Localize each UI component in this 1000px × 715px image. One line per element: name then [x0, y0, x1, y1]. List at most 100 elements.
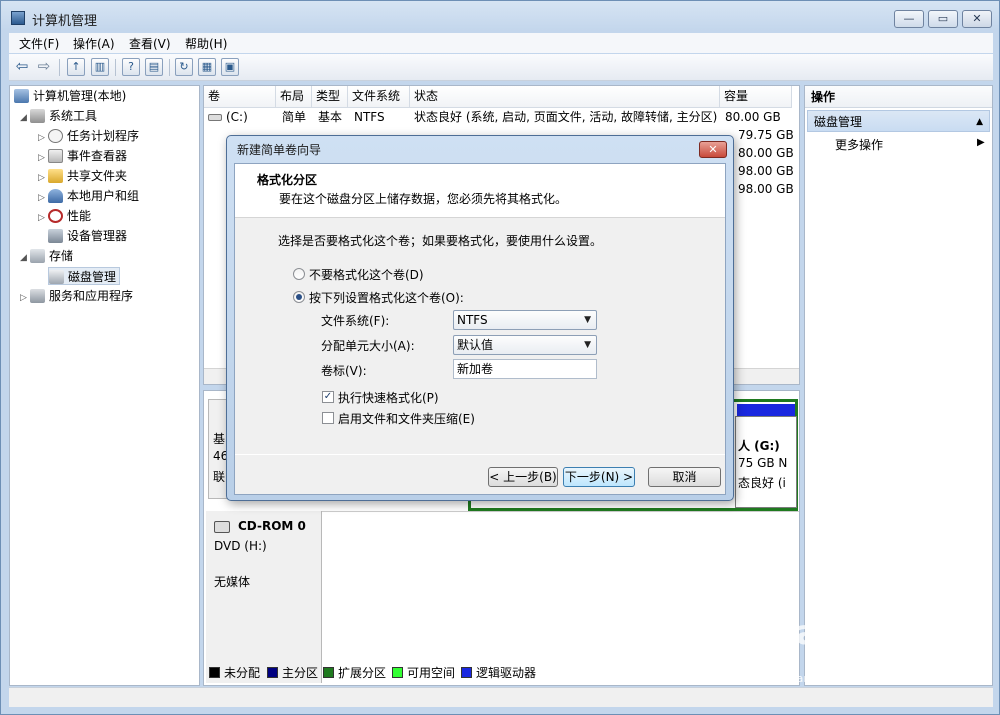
actions-header: 操作: [805, 86, 992, 108]
tree-item-shared-folders[interactable]: ▷ 共享文件夹: [38, 167, 127, 185]
show-action-pane-icon[interactable]: ▤: [145, 58, 163, 76]
performance-icon: [48, 209, 63, 223]
menu-help[interactable]: 帮助(H): [185, 35, 227, 52]
more-actions-item[interactable]: 更多操作: [835, 136, 883, 153]
properties-icon[interactable]: ▦: [198, 58, 216, 76]
volume-capacity: 98.00 GB: [738, 164, 794, 178]
legend-primary: 主分区: [267, 665, 318, 681]
volume-label-input[interactable]: 新加卷: [453, 359, 597, 379]
actions-pane: 操作 磁盘管理 ▲ 更多操作 ▶: [804, 85, 993, 686]
column-header-status[interactable]: 状态: [410, 86, 720, 108]
watermark-url: jingyan.baidu.com: [770, 672, 872, 685]
cdrom-volume[interactable]: [322, 511, 799, 623]
allocation-unit-select[interactable]: 默认值 ▼: [453, 335, 597, 355]
services-icon: [30, 289, 45, 303]
up-folder-icon[interactable]: ↑: [67, 58, 85, 76]
radio-format-label[interactable]: 按下列设置格式化这个卷(O):: [309, 289, 464, 306]
event-viewer-icon: [48, 149, 63, 163]
volume-name: (C:): [208, 108, 272, 126]
menu-file[interactable]: 文件(F): [19, 35, 59, 52]
menu-bar: 文件(F) 操作(A) 查看(V) 帮助(H): [9, 33, 993, 53]
menu-view[interactable]: 查看(V): [129, 35, 171, 52]
navigation-tree: 计算机管理(本地) ◢ 系统工具 ▷ 任务计划程序 ▷ 事件查看器 ▷ 共享文件夹 ▷ 本…: [9, 85, 200, 686]
cdrom-icon: [214, 521, 230, 533]
window-title: 计算机管理: [32, 14, 98, 29]
radio-no-format-label[interactable]: 不要格式化这个卷(D): [309, 266, 424, 283]
volume-g[interactable]: 人 (G:) 75 GB N 态良好 (i: [735, 416, 797, 508]
maximize-button[interactable]: ▭: [928, 10, 958, 28]
tree-item-device-manager[interactable]: 设备管理器: [48, 227, 127, 245]
watermark-logo: Bai du 经验: [770, 613, 971, 653]
allocation-unit-label: 分配单元大小(A):: [321, 339, 415, 353]
tree-item-disk-management[interactable]: 磁盘管理: [48, 267, 121, 285]
expand-arrow-icon[interactable]: ▷: [38, 169, 48, 187]
tree-item-local-users[interactable]: ▷ 本地用户和组: [38, 187, 139, 205]
volume-capacity: 80.00 GB: [725, 110, 781, 124]
column-header-volume[interactable]: 卷: [204, 86, 276, 108]
radio-format[interactable]: [293, 291, 305, 303]
column-header-capacity[interactable]: 容量: [720, 86, 792, 108]
tree-item-task-scheduler[interactable]: ▷ 任务计划程序: [38, 127, 139, 145]
disk-management-icon: [49, 270, 64, 284]
legend-swatch: [461, 667, 472, 678]
dialog-prompt: 选择是否要格式化这个卷；如果要格式化，要使用什么设置。: [278, 234, 603, 248]
dialog-close-button[interactable]: ✕: [699, 141, 727, 158]
collapse-up-icon[interactable]: ▲: [976, 111, 983, 133]
logical-drive-bar: [737, 404, 795, 416]
chevron-down-icon: ▼: [584, 340, 591, 350]
volume-status: 状态良好 (系统, 启动, 页面文件, 活动, 故障转储, 主分区): [414, 110, 718, 124]
dialog-title: 新建简单卷向导: [237, 143, 322, 157]
tree-item-root[interactable]: 计算机管理(本地): [14, 87, 126, 105]
column-header-filesystem[interactable]: 文件系统: [348, 86, 410, 108]
disk-icon[interactable]: ▣: [221, 58, 239, 76]
filesystem-select[interactable]: NTFS ▼: [453, 310, 597, 330]
expand-arrow-icon[interactable]: ▷: [20, 289, 30, 307]
expand-arrow-icon[interactable]: ▷: [38, 189, 48, 207]
tree-item-storage[interactable]: ◢ 存储: [20, 247, 73, 265]
expand-arrow-icon[interactable]: ▷: [38, 129, 48, 147]
back-button[interactable]: < 上一步(B): [488, 467, 558, 487]
title-bar: 计算机管理 — ▭ ✕: [1, 1, 999, 33]
actions-section-disk-management[interactable]: 磁盘管理 ▲: [807, 110, 990, 132]
tree-item-performance[interactable]: ▷ 性能: [38, 207, 91, 225]
menu-action[interactable]: 操作(A): [73, 35, 115, 52]
filesystem-label: 文件系统(F):: [321, 314, 390, 328]
compression-checkbox[interactable]: [322, 412, 334, 424]
volume-capacity: 98.00 GB: [738, 182, 794, 196]
cancel-button[interactable]: 取消: [648, 467, 721, 487]
column-header-layout[interactable]: 布局: [276, 86, 312, 108]
computer-icon: [14, 89, 29, 103]
tree-item-system-tools[interactable]: ◢ 系统工具: [20, 107, 97, 125]
volume-label-label: 卷标(V):: [321, 364, 367, 378]
legend-extended: 扩展分区: [323, 665, 386, 681]
tree-item-services-apps[interactable]: ▷ 服务和应用程序: [20, 287, 133, 305]
quick-format-checkbox[interactable]: ✓: [322, 391, 334, 403]
next-button[interactable]: 下一步(N) >: [563, 467, 635, 487]
dialog-heading: 格式化分区: [257, 173, 318, 187]
dialog-separator: [235, 454, 725, 455]
compression-label[interactable]: 启用文件和文件夹压缩(E): [338, 410, 475, 427]
back-arrow-icon[interactable]: ⇦: [13, 58, 31, 76]
column-header-type[interactable]: 类型: [312, 86, 348, 108]
tree-item-event-viewer[interactable]: ▷ 事件查看器: [38, 147, 127, 165]
device-manager-icon: [48, 229, 63, 243]
help-icon[interactable]: ?: [122, 58, 140, 76]
refresh-icon[interactable]: ↻: [175, 58, 193, 76]
shared-folder-icon: [48, 169, 63, 183]
expand-arrow-icon[interactable]: ▷: [38, 149, 48, 167]
collapse-arrow-icon[interactable]: ◢: [20, 249, 30, 267]
drive-icon: [208, 114, 222, 121]
legend-swatch: [323, 667, 334, 678]
quick-format-label[interactable]: 执行快速格式化(P): [338, 389, 439, 406]
minimize-button[interactable]: —: [894, 10, 924, 28]
expand-arrow-icon[interactable]: ▷: [38, 209, 48, 227]
submenu-arrow-icon: ▶: [977, 137, 985, 148]
forward-arrow-icon[interactable]: ⇨: [35, 58, 53, 76]
legend-logical: 逻辑驱动器: [461, 665, 536, 681]
collapse-arrow-icon[interactable]: ◢: [20, 109, 30, 127]
close-button[interactable]: ✕: [962, 10, 992, 28]
legend-swatch: [267, 667, 278, 678]
show-hide-tree-icon[interactable]: ▥: [91, 58, 109, 76]
status-bar: [9, 687, 993, 707]
radio-no-format[interactable]: [293, 268, 305, 280]
